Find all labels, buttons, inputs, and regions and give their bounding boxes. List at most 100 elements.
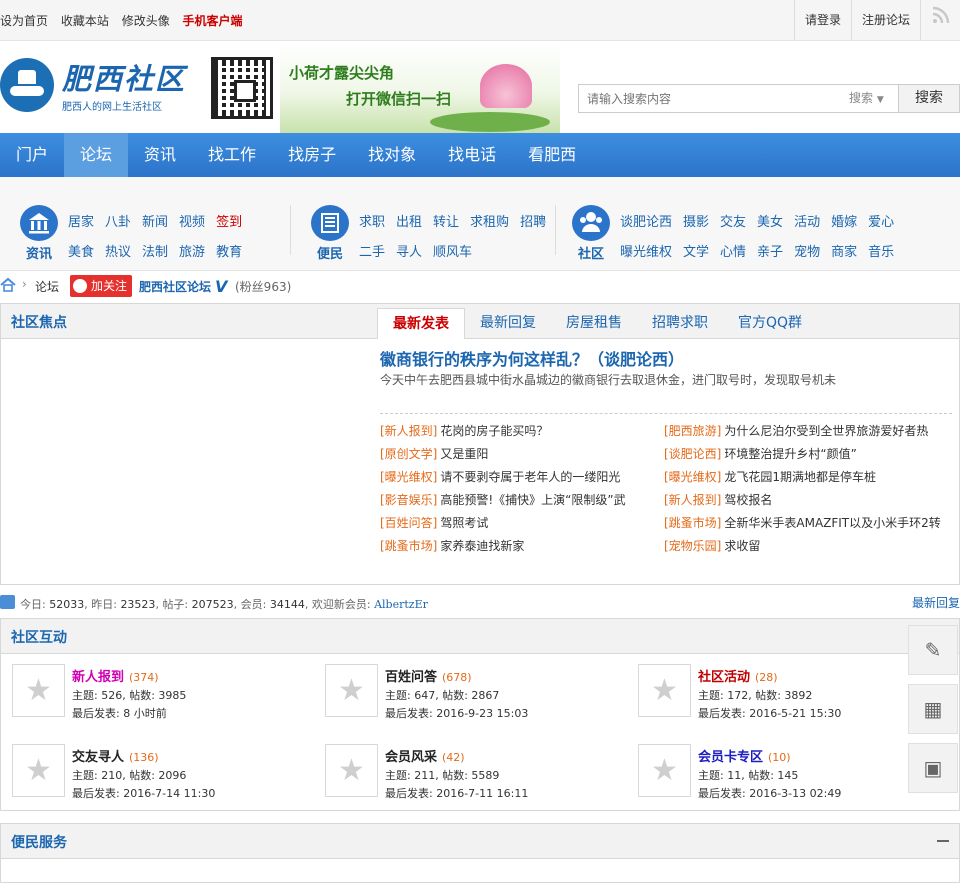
post-item[interactable]: [曝光维权] 请不要剥夺属于老年人的一缕阳光 [380, 468, 666, 485]
board-name[interactable]: 交友寻人 (136) [72, 746, 159, 765]
board-star-icon[interactable] [12, 664, 65, 717]
subnav-link[interactable]: 法制 [142, 241, 168, 260]
post-category[interactable]: [原创文学] [380, 447, 437, 461]
subnav-link[interactable]: 曝光维权 [620, 241, 672, 260]
board-title[interactable]: 社区活动 [698, 670, 750, 685]
post-category[interactable]: [跳蚤市场] [664, 516, 721, 530]
post-title[interactable]: 驾校报名 [724, 493, 772, 507]
forum-board[interactable]: 交友寻人 (136) 主题: 210, 帖数: 2096 最后发表: 2016-7-1… [12, 744, 312, 814]
subnav-link[interactable]: 美女 [757, 211, 783, 230]
nav-item[interactable]: 论坛 [64, 133, 129, 177]
site-logo[interactable]: 肥西社区 肥西人的网上生活社区 [0, 54, 196, 114]
post-category[interactable]: [新人报到] [380, 424, 437, 438]
post-title[interactable]: 求收留 [724, 539, 760, 553]
subnav-link[interactable]: 求职 [359, 211, 385, 230]
board-star-icon[interactable] [325, 664, 378, 717]
subnav-link[interactable]: 商家 [831, 241, 857, 260]
focus-tab[interactable]: 招聘求职 [637, 308, 723, 339]
post-title[interactable]: 花岗的房子能买吗？ [440, 424, 548, 438]
post-category[interactable]: [影音娱乐] [380, 493, 437, 507]
board-title[interactable]: 会员风采 [385, 750, 437, 765]
forum-board[interactable]: 百姓问答 (678) 主题: 647, 帖数: 2867 最后发表: 2016-9-2… [325, 664, 625, 734]
post-title[interactable]: 又是重阳 [440, 447, 488, 461]
post-item[interactable]: [影音娱乐] 高能预警!《捕快》上演“限制级”武 [380, 491, 666, 508]
subnav-link[interactable]: 文学 [683, 241, 709, 260]
post-title[interactable]: 高能预警!《捕快》上演“限制级”武 [440, 493, 625, 507]
post-category[interactable]: [宠物乐园] [664, 539, 721, 553]
post-item[interactable]: [跳蚤市场] 全新华米手表AMAZFIT以及小米手环2转 [664, 514, 950, 531]
board-star-icon[interactable] [325, 744, 378, 797]
board-title[interactable]: 新人报到 [72, 670, 124, 685]
collapse-icon[interactable] [937, 840, 949, 842]
recent-reply-link[interactable]: 最新回复 [912, 594, 960, 611]
post-title[interactable]: 全新华米手表AMAZFIT以及小米手环2转 [724, 516, 940, 530]
post-item[interactable]: [肥西旅游] 为什么尼泊尔受到全世界旅游爱好者热 [664, 422, 950, 439]
subnav-link[interactable]: 签到 [216, 211, 242, 230]
board-name[interactable]: 会员卡专区 (10) [698, 746, 791, 765]
nav-item[interactable]: 资讯 [128, 133, 192, 177]
post-item[interactable]: [曝光维权] 龙飞花园1期满地都是停车桩 [664, 468, 950, 485]
subnav-link[interactable]: 寻人 [396, 241, 422, 260]
post-title[interactable]: 驾照考试 [440, 516, 488, 530]
subnav-link[interactable]: 心情 [720, 241, 746, 260]
subnav-link[interactable]: 摄影 [683, 211, 709, 230]
qrcode-button[interactable]: ▣ [908, 743, 958, 793]
post-item[interactable]: [新人报到] 花岗的房子能买吗？ [380, 422, 666, 439]
nav-item[interactable]: 找电话 [432, 133, 512, 177]
subnav-link[interactable]: 八卦 [105, 211, 131, 230]
post-title[interactable]: 环境整治提升乡村“颜值” [724, 447, 856, 461]
post-item[interactable]: [跳蚤市场] 家养泰迪找新家 [380, 537, 666, 554]
mobile-client-link[interactable]: 手机客户端 [183, 14, 243, 28]
set-homepage-link[interactable]: 设为首页 [0, 14, 48, 28]
board-star-icon[interactable] [638, 664, 691, 717]
forum-board[interactable]: 会员卡专区 (10) 主题: 11, 帖数: 145 最后发表: 2016-3-13 … [638, 744, 938, 814]
subnav-link[interactable]: 宠物 [794, 241, 820, 260]
subnav-link[interactable]: 热议 [105, 241, 131, 260]
board-title[interactable]: 会员卡专区 [698, 750, 763, 765]
board-star-icon[interactable] [12, 744, 65, 797]
subnav-link[interactable]: 音乐 [868, 241, 894, 260]
search-button[interactable]: 搜索 [898, 84, 960, 113]
subnav-link[interactable]: 二手 [359, 241, 385, 260]
post-title[interactable]: 为什么尼泊尔受到全世界旅游爱好者热 [724, 424, 928, 438]
headline-link[interactable]: 徽商银行的秩序为何这样乱？（谈肥论西） [380, 346, 684, 370]
post-category[interactable]: [新人报到] [664, 493, 721, 507]
subnav-link[interactable]: 教育 [216, 241, 242, 260]
post-title[interactable]: 请不要剥夺属于老年人的一缕阳光 [440, 470, 620, 484]
focus-tab[interactable]: 房屋租售 [551, 308, 637, 339]
post-category[interactable]: [跳蚤市场] [380, 539, 437, 553]
board-name[interactable]: 百姓问答 (678) [385, 666, 472, 685]
subnav-link[interactable]: 出租 [396, 211, 422, 230]
nav-item[interactable]: 找房子 [272, 133, 352, 177]
post-button[interactable]: ✎ [908, 625, 958, 675]
board-star-icon[interactable] [638, 744, 691, 797]
weibo-account-link[interactable]: 肥西社区论坛 [139, 278, 211, 295]
subnav-link[interactable]: 旅游 [179, 241, 205, 260]
board-name[interactable]: 会员风采 (42) [385, 746, 465, 765]
subnav-link[interactable]: 婚嫁 [831, 211, 857, 230]
subnav-link[interactable]: 招聘 [520, 211, 546, 230]
focus-tab[interactable]: 最新回复 [465, 308, 551, 339]
login-link[interactable]: 请登录 [793, 0, 851, 40]
post-item[interactable]: [原创文学] 又是重阳 [380, 445, 666, 462]
post-item[interactable]: [谈肥论西] 环境整治提升乡村“颜值” [664, 445, 950, 462]
board-title[interactable]: 百姓问答 [385, 670, 437, 685]
checkin-button[interactable]: ▦ [908, 684, 958, 734]
focus-tab[interactable]: 官方QQ群 [723, 308, 817, 339]
post-category[interactable]: [百姓问答] [380, 516, 437, 530]
subnav-link[interactable]: 谈肥论西 [620, 211, 672, 230]
nav-item[interactable]: 找对象 [352, 133, 432, 177]
subnav-link[interactable]: 亲子 [757, 241, 783, 260]
post-category[interactable]: [曝光维权] [380, 470, 437, 484]
post-title[interactable]: 家养泰迪找新家 [440, 539, 524, 553]
forum-board[interactable]: 新人报到 (374) 主题: 526, 帖数: 3985 最后发表: 8 小时前 [12, 664, 312, 734]
edit-avatar-link[interactable]: 修改头像 [122, 14, 170, 28]
subnav-link[interactable]: 顺风车 [433, 241, 472, 260]
post-item[interactable]: [百姓问答] 驾照考试 [380, 514, 666, 531]
subnav-link[interactable]: 新闻 [142, 211, 168, 230]
register-link[interactable]: 注册论坛 [850, 0, 920, 40]
post-item[interactable]: [宠物乐园] 求收留 [664, 537, 950, 554]
nav-item[interactable]: 找工作 [192, 133, 272, 177]
post-title[interactable]: 龙飞花园1期满地都是停车桩 [724, 470, 876, 484]
wechat-banner[interactable]: 小荷才露尖尖角 打开微信扫一扫 [280, 42, 560, 133]
